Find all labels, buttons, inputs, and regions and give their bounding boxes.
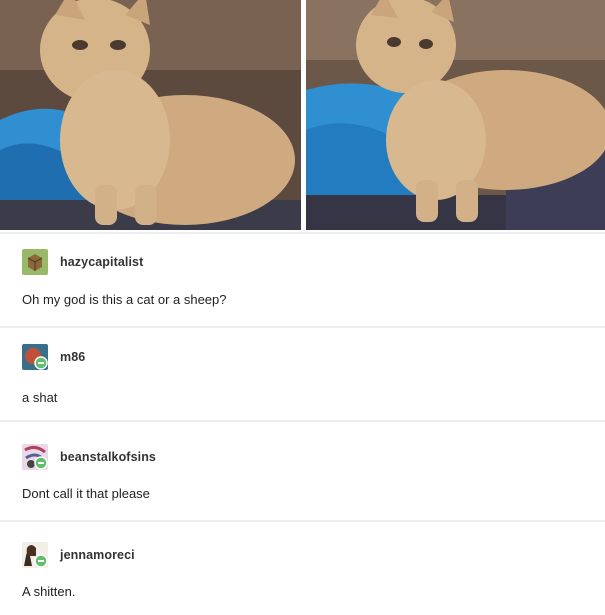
kitten-photo-left xyxy=(0,0,301,230)
username[interactable]: hazycapitalist xyxy=(60,255,143,269)
username[interactable]: beanstalkofsins xyxy=(60,450,156,464)
swirl-avatar-icon[interactable] xyxy=(22,444,48,470)
kitten-image-right xyxy=(306,0,605,230)
planet-avatar-icon[interactable] xyxy=(22,344,48,370)
kitten-image-left xyxy=(0,0,301,230)
kitten-photos xyxy=(0,0,605,230)
comment-4: jennamoreci A shitten. xyxy=(0,522,605,615)
kitten-photo-right xyxy=(306,0,605,230)
comment-text: A shitten. xyxy=(22,584,76,599)
comment-text: Oh my god is this a cat or a sheep? xyxy=(22,292,227,307)
comment-text: Dont call it that please xyxy=(22,486,150,501)
comment-1: hazycapitalist Oh my god is this a cat o… xyxy=(0,234,605,326)
username[interactable]: jennamoreci xyxy=(60,548,135,562)
username[interactable]: m86 xyxy=(60,350,85,364)
comment-text: a shat xyxy=(22,390,58,405)
box-avatar-icon[interactable] xyxy=(22,249,48,275)
comment-3: beanstalkofsins Dont call it that please xyxy=(0,422,605,520)
portrait-avatar-icon[interactable] xyxy=(22,542,48,568)
comment-2: m86 a shat xyxy=(0,328,605,420)
